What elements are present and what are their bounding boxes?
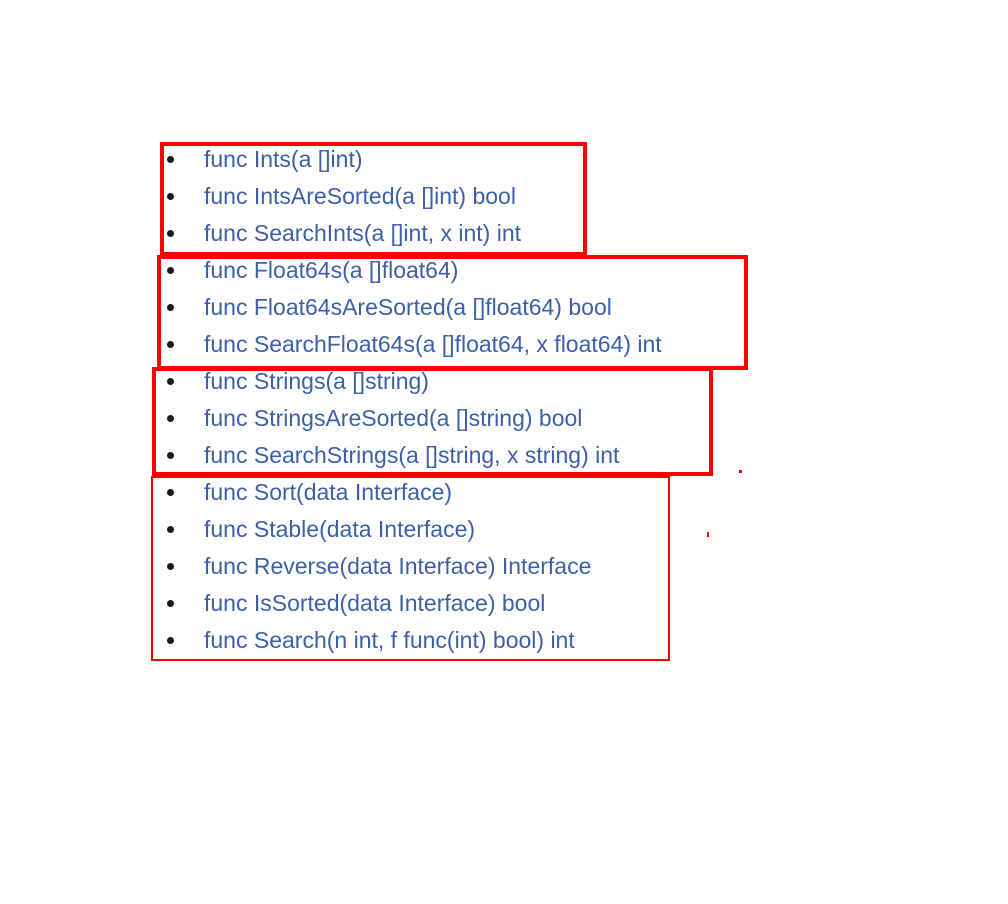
func-link-float64s-are-sorted[interactable]: func Float64sAreSorted(a []float64) bool [204, 289, 612, 326]
func-link-strings[interactable]: func Strings(a []string) [204, 363, 429, 400]
bullet-icon [167, 378, 174, 385]
func-link-is-sorted[interactable]: func IsSorted(data Interface) bool [204, 585, 545, 622]
func-link-ints[interactable]: func Ints(a []int) [204, 141, 363, 178]
bullet-icon [167, 563, 174, 570]
bullet-icon [167, 156, 174, 163]
bullet-icon [167, 304, 174, 311]
bullet-icon [167, 193, 174, 200]
func-link-search[interactable]: func Search(n int, f func(int) bool) int [204, 622, 575, 659]
func-link-reverse[interactable]: func Reverse(data Interface) Interface [204, 548, 591, 585]
bullet-icon [167, 526, 174, 533]
bullet-icon [167, 637, 174, 644]
bullet-icon [167, 600, 174, 607]
bullet-icon [167, 230, 174, 237]
func-link-search-float64s[interactable]: func SearchFloat64s(a []float64, x float… [204, 326, 662, 363]
func-link-ints-are-sorted[interactable]: func IntsAreSorted(a []int) bool [204, 178, 516, 215]
func-link-search-strings[interactable]: func SearchStrings(a []string, x string)… [204, 437, 619, 474]
func-link-search-ints[interactable]: func SearchInts(a []int, x int) int [204, 215, 521, 252]
annotation-mark [739, 470, 742, 473]
bullet-icon [167, 341, 174, 348]
func-link-sort[interactable]: func Sort(data Interface) [204, 474, 452, 511]
func-link-stable[interactable]: func Stable(data Interface) [204, 511, 475, 548]
bullet-icon [167, 489, 174, 496]
bullet-icon [167, 267, 174, 274]
annotation-mark [707, 532, 709, 537]
func-link-strings-are-sorted[interactable]: func StringsAreSorted(a []string) bool [204, 400, 582, 437]
bullet-icon [167, 415, 174, 422]
func-link-float64s[interactable]: func Float64s(a []float64) [204, 252, 458, 289]
bullet-icon [167, 452, 174, 459]
